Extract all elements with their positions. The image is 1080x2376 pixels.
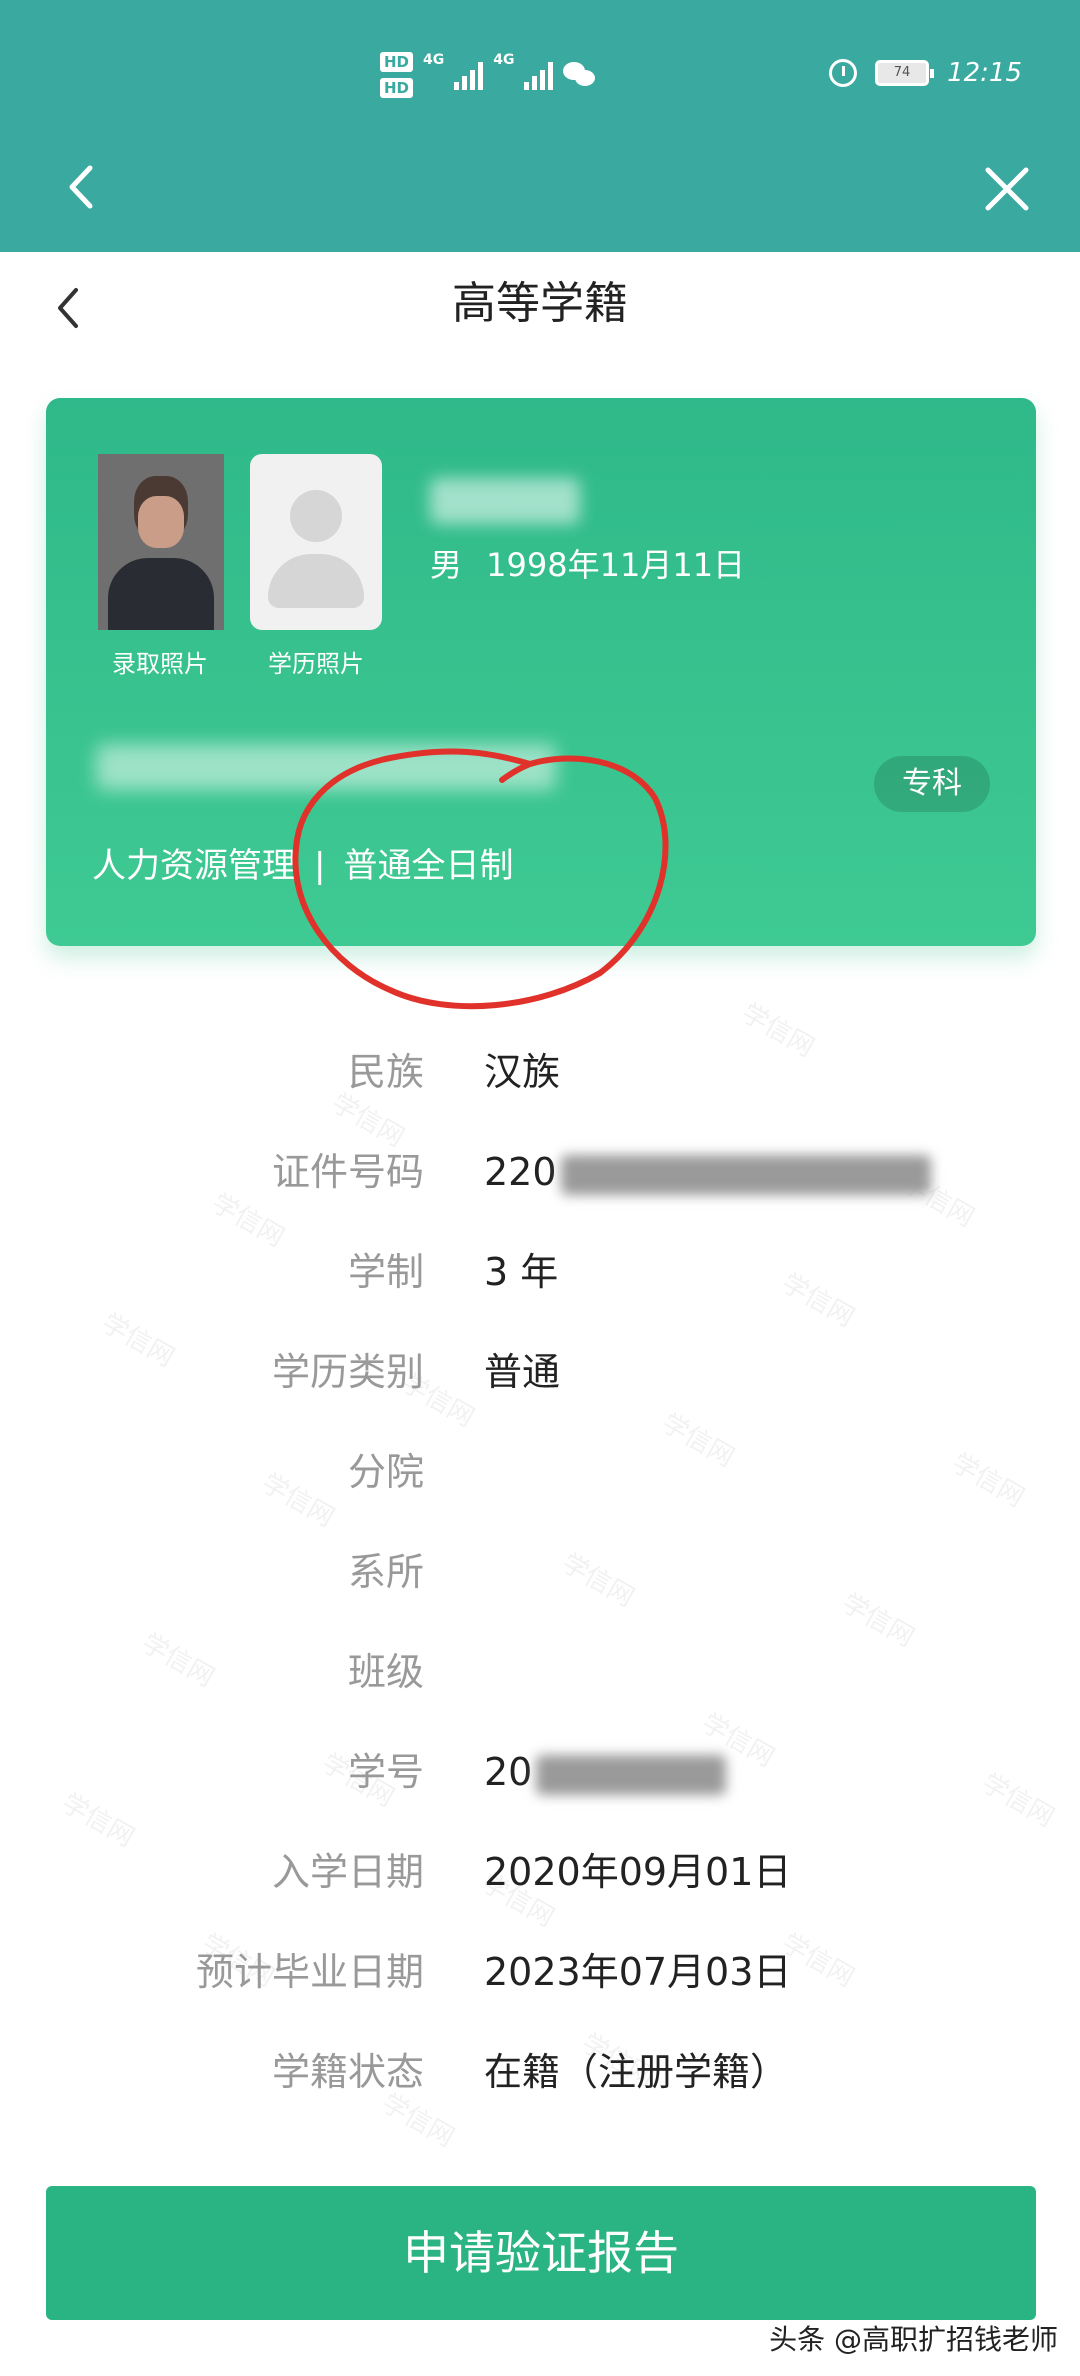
red-annotation-circle	[292, 748, 669, 1010]
page-title: 高等学籍	[452, 278, 628, 329]
field-label: 证件号码	[271, 1150, 424, 1194]
field-row-duration: 学制 3 年	[0, 1242, 1080, 1302]
battery-icon: 74	[875, 60, 935, 86]
id-number-visible: 220	[484, 1150, 557, 1194]
field-value: 2023年07月03日	[484, 1950, 792, 1994]
network-type-label: 4G	[423, 52, 445, 68]
field-row-id-number: 证件号码 220	[0, 1142, 1080, 1202]
field-value: 汉族	[484, 1050, 561, 1094]
field-label: 学历类别	[271, 1350, 424, 1394]
field-value: 普通	[484, 1350, 561, 1394]
field-label: 分院	[347, 1450, 424, 1494]
field-value: 在籍（注册学籍）	[484, 2050, 789, 2094]
wechat-icon	[563, 62, 597, 88]
status-icons-left: HD HD 4G 4G	[380, 52, 597, 98]
field-label: 班级	[347, 1650, 424, 1694]
field-value-partial: 20	[484, 1742, 727, 1802]
field-row-department: 系所	[0, 1542, 1080, 1602]
field-value: 3 年	[484, 1250, 559, 1294]
source-watermark: 头条 @高职扩招钱老师	[769, 2323, 1058, 2356]
field-row-student-number: 学号 20	[0, 1742, 1080, 1802]
education-level-badge: 专科	[874, 756, 990, 812]
clock: 12:15	[947, 58, 1022, 88]
status-icons-right: 74 12:15	[829, 58, 1022, 88]
field-value-partial: 220	[484, 1142, 931, 1202]
hd-icon: HD	[380, 52, 414, 72]
field-label: 系所	[347, 1550, 424, 1594]
field-row-enrollment-date: 入学日期 2020年09月01日	[0, 1842, 1080, 1902]
student-number-redacted	[536, 1754, 727, 1795]
network-type-label: 4G	[493, 52, 515, 68]
admission-photo	[98, 454, 224, 630]
avatar-icon	[290, 490, 342, 542]
field-label: 学制	[347, 1250, 424, 1294]
field-row-ethnicity: 民族 汉族	[0, 1042, 1080, 1102]
hd-indicators: HD HD	[380, 52, 414, 98]
app-header-bar: HD HD 4G 4G 74 12:15	[0, 0, 1080, 252]
field-row-class: 班级	[0, 1642, 1080, 1702]
name-redacted	[430, 478, 580, 524]
diploma-photo-label: 学历照片	[268, 650, 364, 678]
field-label: 学籍状态	[271, 2050, 424, 2094]
signal-icon	[524, 60, 554, 90]
diploma-photo-placeholder	[250, 454, 382, 630]
field-row-status: 学籍状态 在籍（注册学籍）	[0, 2042, 1080, 2102]
field-label: 民族	[347, 1050, 424, 1094]
back-icon[interactable]	[66, 162, 96, 212]
admission-photo-label: 录取照片	[112, 650, 208, 678]
hd-icon: HD	[380, 78, 414, 98]
field-row-graduation-date: 预计毕业日期 2023年07月03日	[0, 1942, 1080, 2002]
signal-icon	[454, 60, 484, 90]
major-name: 人力资源管理	[92, 846, 296, 886]
gender-birthdate: 男 1998年11月11日	[430, 546, 746, 584]
close-icon[interactable]	[984, 166, 1030, 212]
apply-verification-report-button[interactable]: 申请验证报告	[46, 2186, 1036, 2320]
status-bar: HD HD 4G 4G 74 12:15	[0, 0, 1080, 160]
field-label: 入学日期	[271, 1850, 424, 1894]
student-number-visible: 20	[484, 1750, 533, 1794]
id-number-redacted	[560, 1154, 931, 1195]
field-row-branch: 分院	[0, 1442, 1080, 1502]
alarm-icon	[829, 59, 858, 87]
field-value: 2020年09月01日	[484, 1850, 792, 1894]
field-row-category: 学历类别 普通	[0, 1342, 1080, 1402]
field-label: 学号	[347, 1750, 424, 1794]
field-label: 预计毕业日期	[195, 1950, 424, 1994]
